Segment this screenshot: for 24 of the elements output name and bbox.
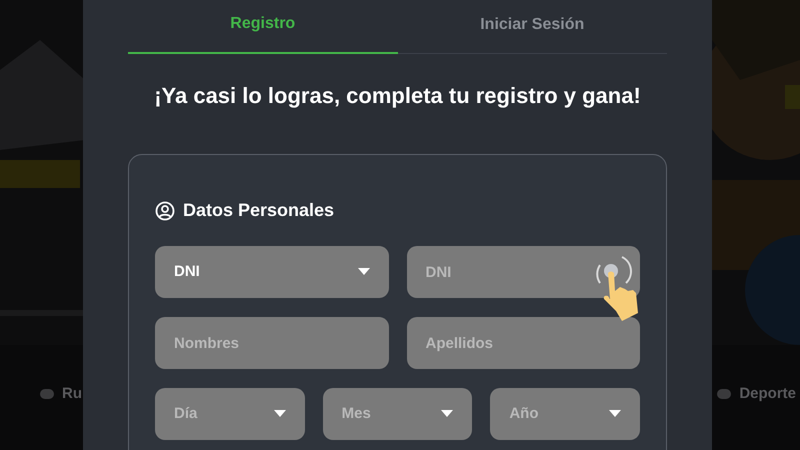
user-icon: [155, 200, 175, 220]
nav-link[interactable]: Deporte: [739, 383, 796, 406]
input-field[interactable]: DNI: [406, 246, 640, 298]
select-field[interactable]: Año: [490, 388, 640, 440]
section-title: Datos Personales: [183, 199, 334, 222]
select-field[interactable]: DNI: [155, 246, 388, 298]
nav-icon: [717, 389, 732, 400]
caret-icon: [609, 410, 622, 418]
caret-icon: [274, 410, 286, 418]
select-field[interactable]: Mes: [322, 388, 472, 440]
input-field[interactable]: Nombres: [155, 317, 388, 369]
tab[interactable]: Iniciar Sesión: [398, 0, 667, 53]
select-placeholder: Mes: [342, 404, 371, 424]
tab[interactable]: Registro: [128, 0, 398, 54]
select-value: DNI: [174, 262, 200, 282]
nav-icon: [40, 389, 54, 400]
select-placeholder: Día: [174, 404, 198, 424]
nav-link[interactable]: Ru: [62, 383, 82, 406]
select-field[interactable]: Día: [155, 388, 305, 440]
input-field[interactable]: Apellidos: [406, 317, 640, 369]
select-placeholder: Año: [509, 404, 539, 424]
caret-icon: [358, 268, 370, 276]
heading: ¡Ya casi lo logras, completa tu registro y gana!: [154, 82, 641, 110]
caret-icon: [441, 410, 454, 418]
